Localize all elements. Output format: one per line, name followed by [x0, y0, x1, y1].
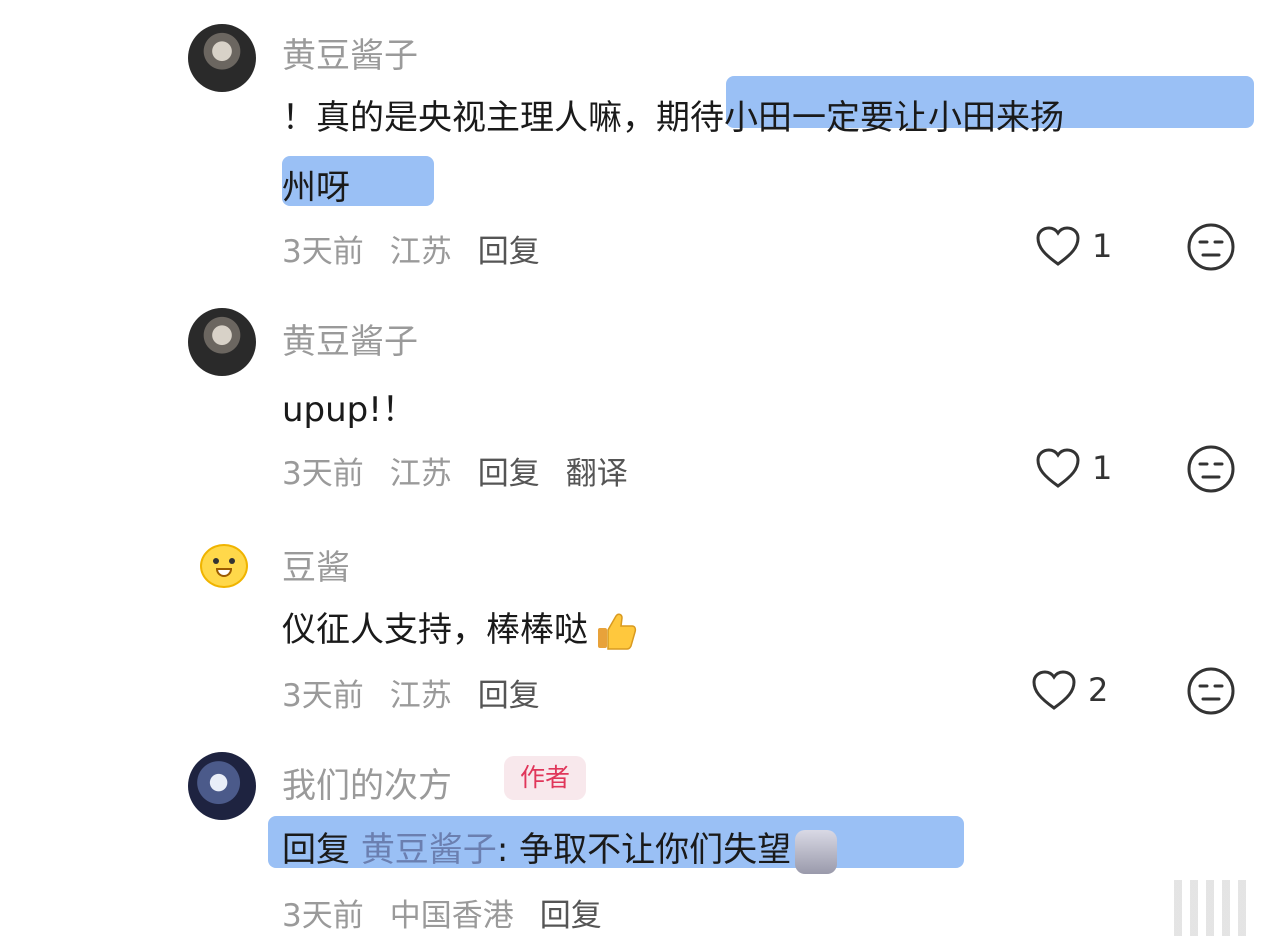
comment-location: 江苏 [389, 678, 452, 714]
comment-meta: 3天前 江苏 回复 [282, 226, 566, 271]
comment-time: 3天前 [282, 898, 364, 934]
author-badge: 作者 [504, 756, 587, 800]
comment-location: 中国香港 [389, 898, 514, 934]
comment-text-body: 仪征人支持，棒棒哒 [282, 610, 588, 650]
comment-username[interactable]: 我们的次方 [282, 758, 452, 807]
comment-text: 回复 黄豆酱子: 争取不让你们失望 [282, 822, 838, 874]
reply-button[interactable]: 回复 [540, 898, 602, 934]
comment-text: ！真的是央视主理人嘛，期待小田一定要让小田来扬 [282, 90, 1064, 139]
user-avatar[interactable] [188, 24, 256, 92]
heart-icon [1036, 226, 1080, 266]
like-button[interactable]: 1 [1034, 224, 1112, 268]
dislike-face-icon[interactable] [1186, 444, 1236, 494]
like-count: 2 [1088, 671, 1109, 709]
heart-icon [1032, 670, 1076, 710]
comment-meta: 3天前 中国香港 回复 [282, 890, 628, 935]
reply-prefix: 回复 [282, 830, 350, 870]
comment-location: 江苏 [389, 234, 452, 270]
comment-text-highlighted: 期待小田一定要让小田来扬 [656, 98, 1064, 138]
comment-time: 3天前 [282, 234, 364, 270]
comment-username[interactable]: 黄豆酱子 [282, 314, 418, 363]
comment-username[interactable]: 豆酱 [282, 540, 350, 589]
thumbs-up-icon [598, 613, 637, 650]
sticker-icon [795, 829, 838, 874]
heart-icon [1036, 448, 1080, 488]
author-avatar[interactable] [188, 752, 256, 820]
comment-text: upup!！ [282, 390, 416, 430]
comment-meta: 3天前 江苏 回复 翻译 [282, 448, 654, 493]
reply-button[interactable]: 回复 [478, 678, 540, 714]
comment-username[interactable]: 黄豆酱子 [282, 28, 418, 77]
comment-text-continued: 州呀 [282, 168, 350, 208]
laughing-emoji-avatar-icon[interactable] [200, 544, 248, 588]
watermark-overlay [1174, 880, 1246, 936]
emoji-mouth [216, 568, 232, 577]
comment-text-body: : 争取不让你们失望 [496, 830, 792, 870]
dislike-face-icon[interactable] [1186, 222, 1236, 272]
dislike-face-icon[interactable] [1186, 666, 1236, 716]
like-count: 1 [1092, 449, 1113, 487]
translate-button[interactable]: 翻译 [566, 456, 628, 492]
comment-text: 仪征人支持，棒棒哒 [282, 602, 638, 654]
like-button[interactable]: 2 [1030, 668, 1108, 712]
comment-text-plain: ！真的是央视主理人嘛， [282, 98, 656, 138]
comment-location: 江苏 [389, 456, 452, 492]
comment-time: 3天前 [282, 456, 364, 492]
user-avatar[interactable] [188, 308, 256, 376]
reply-target-username[interactable]: 黄豆酱子 [361, 830, 497, 870]
reply-button[interactable]: 回复 [478, 234, 540, 270]
like-count: 1 [1092, 227, 1113, 265]
comment-meta: 3天前 江苏 回复 [282, 670, 566, 715]
like-button[interactable]: 1 [1034, 446, 1112, 490]
reply-button[interactable]: 回复 [478, 456, 540, 492]
comment-time: 3天前 [282, 678, 364, 714]
